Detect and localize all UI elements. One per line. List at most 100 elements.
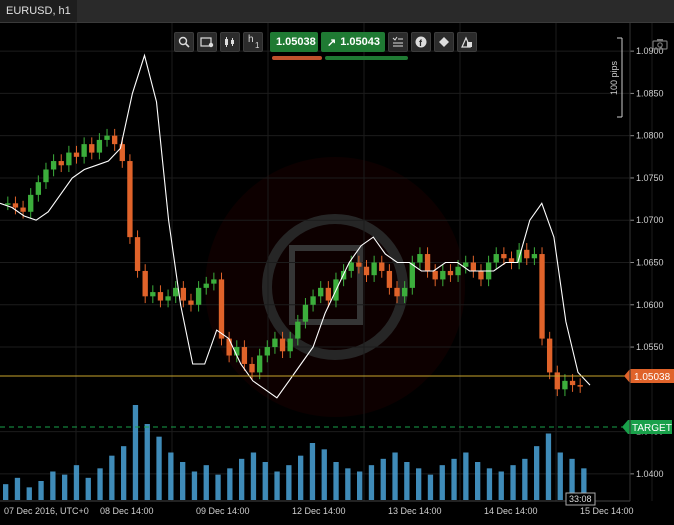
price-chart[interactable]: 1.09001.08501.08001.07501.07001.06501.06… — [0, 23, 674, 520]
volume-bar — [109, 455, 115, 500]
candle-body — [539, 254, 545, 339]
volume-bar — [463, 452, 469, 500]
volume-bar — [475, 462, 481, 500]
candlestick-icon[interactable] — [220, 32, 240, 52]
candle-body — [531, 254, 538, 259]
candle-body — [50, 161, 57, 170]
time-axis-label: 14 Dec 14:00 — [484, 506, 538, 516]
candle-body — [173, 287, 179, 297]
candle-body — [470, 262, 477, 271]
volume-bar — [286, 465, 292, 500]
candle-body — [508, 258, 515, 263]
candle-body — [272, 338, 278, 348]
chart-toolbar: h 1 1.05038 ↗ ↗ 1.05043 f — [174, 31, 477, 53]
candle-body — [264, 347, 270, 356]
facebook-icon[interactable]: f — [411, 32, 431, 52]
countdown-label: 33:08 — [569, 494, 592, 504]
candle-body — [310, 296, 316, 305]
volume-bar — [132, 405, 139, 500]
buy-volume-bar — [325, 56, 408, 60]
candle-body — [279, 338, 286, 352]
camera-icon[interactable] — [652, 38, 668, 50]
volume-bar — [321, 449, 327, 500]
price-axis-label: 1.0600 — [636, 300, 664, 310]
candle-body — [249, 363, 255, 373]
pip-icon[interactable] — [434, 32, 454, 52]
candle-body — [569, 380, 576, 386]
candle-body — [195, 287, 202, 305]
buy-button[interactable]: ↗ 1.05043 — [321, 32, 385, 52]
price-axis[interactable]: 1.09001.08501.08001.07501.07001.06501.06… — [630, 46, 664, 479]
candle-body — [28, 194, 34, 212]
candle-body — [81, 144, 87, 157]
price-axis-label: 1.0750 — [636, 173, 664, 183]
chart-tab[interactable]: EURUSD, h1 — [0, 0, 77, 22]
candle-body — [134, 237, 141, 271]
price-axis-label: 1.0650 — [636, 258, 664, 268]
volume-bar — [534, 446, 540, 500]
volume-bar — [309, 443, 316, 500]
candle-body — [463, 262, 469, 267]
shapes-icon[interactable] — [457, 32, 477, 52]
candle-body — [424, 254, 431, 271]
candle-body — [256, 355, 263, 373]
volume-bar — [380, 458, 386, 500]
volume-bar — [510, 465, 516, 500]
candle-body — [554, 372, 560, 390]
zoom-icon[interactable] — [174, 32, 194, 52]
list-icon[interactable] — [388, 32, 408, 52]
sell-volume-bar — [272, 56, 322, 60]
volume-bar — [486, 468, 493, 500]
candle-body — [104, 135, 110, 140]
price-axis-label: 1.0850 — [636, 88, 664, 98]
current-price-label: 1.05038 — [634, 372, 671, 383]
price-axis-label: 1.0550 — [636, 342, 664, 352]
volume-bar — [38, 481, 44, 500]
candle-body — [325, 287, 332, 301]
volume-bar — [451, 458, 457, 500]
candle-body — [363, 266, 370, 276]
timeframe-button[interactable]: h 1 — [243, 32, 263, 52]
candle-body — [12, 203, 19, 208]
candle-body — [440, 270, 446, 280]
sell-price: 1.05038 — [276, 36, 316, 48]
candle-body — [379, 262, 385, 271]
price-axis-label: 1.0800 — [636, 131, 664, 141]
sell-button[interactable]: 1.05038 ↗ — [270, 32, 329, 52]
time-axis-label: 15 Dec 14:00 — [580, 506, 634, 516]
volume-bar — [3, 484, 9, 500]
candle-body — [401, 287, 408, 297]
volume-bar — [298, 455, 304, 500]
chart-settings-icon[interactable] — [197, 32, 217, 52]
price-axis-label: 1.0700 — [636, 215, 664, 225]
volume-bar — [168, 452, 174, 500]
candle-body — [165, 296, 171, 301]
volume-bar — [545, 433, 552, 500]
candle-body — [96, 139, 103, 153]
chart-area[interactable]: 1.0900 1.0850 1.0800 1.0750 1.0700 1.0650 1.06… — [0, 23, 674, 520]
volume-bar — [345, 468, 351, 500]
volume-bar — [156, 436, 162, 500]
chart-grid — [0, 23, 653, 501]
candle-body — [577, 385, 583, 387]
pips-label: 100 pips — [609, 60, 619, 95]
candle-body — [562, 380, 568, 390]
time-axis[interactable]: 07 Dec 2016, UTC+0 08 Dec 14:00 09 Dec 14:… — [4, 506, 634, 516]
candle-body — [5, 203, 11, 205]
candle-body — [447, 270, 454, 276]
volume-bar — [62, 474, 68, 500]
volume-bar — [203, 465, 209, 500]
candle-body — [211, 279, 217, 284]
candle-body — [218, 279, 225, 339]
volume-bar — [180, 462, 186, 500]
candle-countdown: 33:08 — [565, 492, 596, 506]
candle-body — [386, 270, 393, 288]
volume-bar — [250, 452, 257, 500]
volume-bar — [121, 446, 127, 500]
volume-bar — [227, 468, 233, 500]
candle-body — [371, 262, 377, 276]
window-titlebar: EURUSD, h1 — [0, 0, 674, 23]
volume-bar — [439, 465, 445, 500]
volume-bar — [191, 471, 198, 500]
volume-bar — [333, 462, 339, 500]
